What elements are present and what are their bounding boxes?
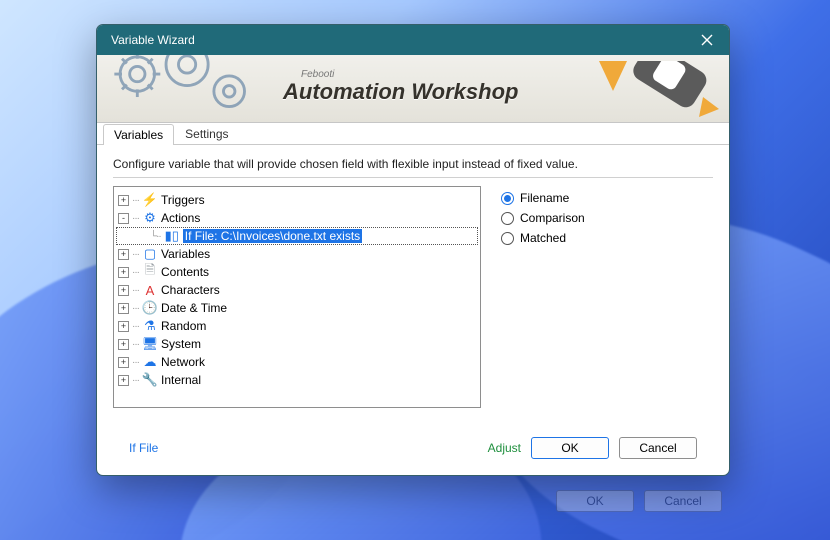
radio-label: Filename — [520, 191, 569, 205]
expand-icon[interactable]: + — [118, 375, 129, 386]
tree-label: Variables — [161, 247, 210, 261]
variable-tree[interactable]: +···⚡Triggers -···⚙Actions └··▮▯If File:… — [113, 186, 481, 408]
tree-node-contents[interactable]: +···🗎Contents — [116, 263, 478, 281]
radio-matched[interactable]: Matched — [501, 228, 585, 248]
adjust-link[interactable]: Adjust — [488, 441, 521, 455]
cloud-icon: ☁ — [142, 354, 158, 370]
tree-node-variables[interactable]: +···▢Variables — [116, 245, 478, 263]
file-icon: ▮▯ — [164, 228, 180, 244]
tree-node-system[interactable]: +···🖥System — [116, 335, 478, 353]
tree-label: If File: C:\Invoices\done.txt exists — [183, 229, 362, 243]
expand-icon[interactable]: + — [118, 195, 129, 206]
bolt-icon: ⚡ — [142, 192, 158, 208]
titlebar[interactable]: Variable Wizard — [97, 25, 729, 55]
banner: Febooti Automation Workshop — [97, 55, 729, 123]
ghost-ok: OK — [556, 490, 634, 512]
radio-filename[interactable]: Filename — [501, 188, 585, 208]
expand-icon[interactable]: + — [118, 321, 129, 332]
expand-icon[interactable]: + — [118, 249, 129, 260]
tree-label: Random — [161, 319, 206, 333]
tree-node-actions[interactable]: -···⚙Actions — [116, 209, 478, 227]
cancel-button[interactable]: Cancel — [619, 437, 697, 459]
tree-node-datetime[interactable]: +···🕒Date & Time — [116, 299, 478, 317]
tree-label: Network — [161, 355, 205, 369]
dialog-window: Variable Wizard Febooti Auto — [96, 24, 730, 476]
gear-icon: ⚙ — [142, 210, 158, 226]
gears-art — [101, 55, 277, 120]
monitor-icon: 🖥 — [142, 336, 158, 352]
tree-label: Date & Time — [161, 301, 227, 315]
collapse-icon[interactable]: - — [118, 213, 129, 224]
radio-label: Comparison — [520, 211, 585, 225]
tab-bar: Variables Settings — [97, 123, 729, 145]
expand-icon[interactable]: + — [118, 267, 129, 278]
tree-label: Internal — [161, 373, 201, 387]
close-icon — [701, 34, 713, 46]
expand-icon[interactable]: + — [118, 285, 129, 296]
radio-comparison[interactable]: Comparison — [501, 208, 585, 228]
ok-button[interactable]: OK — [531, 437, 609, 459]
tab-settings[interactable]: Settings — [174, 123, 239, 144]
page-icon: 🗎 — [142, 261, 158, 283]
banner-brand: Automation Workshop — [283, 79, 518, 105]
clock-icon: 🕒 — [142, 300, 158, 316]
dialog-body: Configure variable that will provide cho… — [97, 145, 729, 475]
characters-icon: A — [142, 283, 158, 298]
tree-label: System — [161, 337, 201, 351]
instruction-text: Configure variable that will provide cho… — [113, 157, 713, 171]
tree-label: Contents — [161, 265, 209, 279]
close-button[interactable] — [685, 25, 729, 55]
window-title: Variable Wizard — [111, 33, 195, 47]
flask-icon: ⚗ — [142, 318, 158, 334]
tab-variables[interactable]: Variables — [103, 124, 174, 145]
tab-label: Settings — [185, 127, 228, 141]
desktop-background: OK Cancel Variable Wizard — [0, 0, 830, 540]
radio-dot-icon — [501, 232, 514, 245]
expand-icon[interactable]: + — [118, 357, 129, 368]
tab-label: Variables — [114, 128, 163, 142]
radio-label: Matched — [520, 231, 566, 245]
radio-dot-icon — [501, 212, 514, 225]
variables-icon: ▢ — [142, 246, 158, 262]
background-window-buttons: OK Cancel — [556, 490, 722, 512]
tree-node-random[interactable]: +···⚗Random — [116, 317, 478, 335]
tree-node-internal[interactable]: +···🔧Internal — [116, 371, 478, 389]
content-row: +···⚡Triggers -···⚙Actions └··▮▯If File:… — [113, 186, 713, 427]
expand-icon[interactable]: + — [118, 303, 129, 314]
tree-node-triggers[interactable]: +···⚡Triggers — [116, 191, 478, 209]
tree-node-network[interactable]: +···☁Network — [116, 353, 478, 371]
expand-icon[interactable]: + — [118, 339, 129, 350]
status-text: If File — [129, 441, 158, 455]
radio-dot-icon — [501, 192, 514, 205]
tree-node-if-file[interactable]: └··▮▯If File: C:\Invoices\done.txt exist… — [116, 227, 478, 245]
dialog-footer: If File Adjust OK Cancel — [113, 427, 713, 475]
ghost-cancel: Cancel — [644, 490, 722, 512]
tree-label: Triggers — [161, 193, 205, 207]
tree-node-characters[interactable]: +···ACharacters — [116, 281, 478, 299]
divider — [113, 177, 713, 178]
tree-label: Actions — [161, 211, 200, 225]
radio-group: Filename Comparison Matched — [501, 186, 585, 427]
tree-label: Characters — [161, 283, 220, 297]
wrench-icon: 🔧 — [142, 372, 158, 388]
wand-art — [599, 61, 719, 117]
